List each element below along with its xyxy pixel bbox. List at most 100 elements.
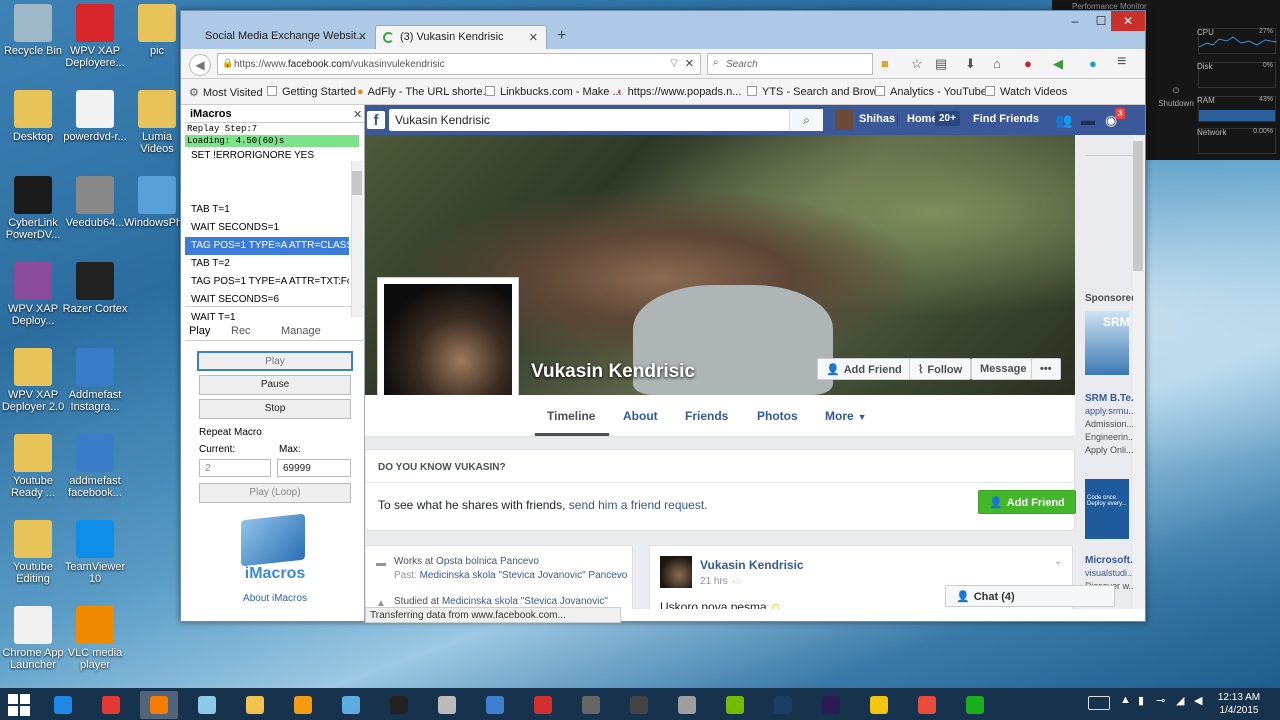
ad1-image[interactable]: SRM <box>1085 311 1130 375</box>
bookmark-most-visited[interactable]: ⚙ Most Visited <box>189 86 263 99</box>
profile-name[interactable]: Vukasin Kendrisic <box>531 361 695 383</box>
show-hidden-icons-icon[interactable]: ▲ <box>1120 694 1131 706</box>
messages-icon[interactable]: ▬ <box>1081 112 1095 128</box>
bookmark-yts[interactable]: YTS - Search and Brow... <box>747 86 886 98</box>
taskbar-app[interactable] <box>428 691 466 719</box>
ad1-title[interactable]: SRM B.Te... <box>1085 393 1139 404</box>
taskbar-app[interactable] <box>668 691 706 719</box>
pinterest-icon[interactable]: ● <box>1024 56 1032 71</box>
menu-icon[interactable]: ≡ <box>1117 53 1126 71</box>
bookmark-star-icon[interactable]: ☆ <box>911 56 923 72</box>
taskbar-app[interactable] <box>764 691 802 719</box>
facebook-search-input[interactable]: Vukasin Kendrisic ⌕ <box>389 109 823 131</box>
taskbar-app[interactable] <box>476 691 514 719</box>
taskbar-app[interactable] <box>140 691 178 719</box>
macro-line[interactable]: SET !ERRORIGNORE YES <box>185 147 349 165</box>
more-options-button[interactable]: ••• <box>1031 358 1061 380</box>
macro-scrollbar[interactable] <box>351 161 363 317</box>
post-time[interactable]: 21 hrs ·◌ <box>700 576 741 587</box>
search-input[interactable]: ⌕ Search <box>707 53 873 75</box>
tab-about[interactable]: About <box>623 409 658 423</box>
bookmark-getting-started[interactable]: Getting Started <box>267 86 356 98</box>
tab-friends[interactable]: Friends <box>685 409 728 423</box>
clock[interactable]: 12:13 AM 1/4/2015 <box>1204 691 1274 717</box>
desktop-icon[interactable]: CyberLink PowerDV... <box>0 176 66 241</box>
facebook-logo-icon[interactable]: f <box>367 111 385 129</box>
find-friends-link[interactable]: Find Friends <box>973 113 1039 125</box>
max-input[interactable]: 69999 <box>277 459 351 477</box>
page-scrollbar[interactable] <box>1133 135 1145 609</box>
add-friend-button[interactable]: 👤 Add Friend <box>817 358 911 380</box>
skype-icon[interactable]: ● <box>1089 56 1097 71</box>
desktop-icon[interactable]: Addmefast Instagra... <box>62 348 128 413</box>
addon-icon[interactable]: ■ <box>881 56 889 71</box>
usb-icon[interactable]: ⊸ <box>1156 694 1165 707</box>
taskbar-app[interactable] <box>956 691 994 719</box>
taskbar-app[interactable] <box>92 691 130 719</box>
tab-rec[interactable]: Rec <box>231 325 251 337</box>
workplace-link[interactable]: Opsta bolnica Pancevo <box>436 556 539 567</box>
download-icon[interactable]: ⬇ <box>965 56 976 72</box>
bookmark-analytics-youtube[interactable]: Analytics - YouTube <box>875 86 987 98</box>
tray-icon[interactable]: ▮ <box>1138 694 1144 707</box>
new-tab-icon[interactable]: + <box>557 27 566 45</box>
bookmark-popads[interactable]: ◐ https://www.popads.n... <box>617 86 741 98</box>
post-author[interactable]: Vukasin Kendrisic <box>700 558 804 572</box>
macro-line[interactable]: WAIT SECONDS=6 <box>185 291 349 309</box>
macro-line[interactable]: TAB T=1 <box>185 201 349 219</box>
power-icon[interactable]: ⏻ <box>1154 86 1198 96</box>
home-icon[interactable]: ⌂ <box>993 56 1001 71</box>
bookmark-adfly[interactable]: ● AdFly - The URL shorte... <box>357 86 492 98</box>
friend-request-link[interactable]: send him a friend request. <box>569 498 708 512</box>
macro-line[interactable]: TAG POS=1 TYPE=A ATTR=TXT:Fo... <box>185 273 349 291</box>
taskbar-app[interactable] <box>908 691 946 719</box>
taskbar-app[interactable] <box>332 691 370 719</box>
desktop-icon[interactable]: Youtube Editing <box>0 520 66 585</box>
post-avatar[interactable] <box>660 556 692 588</box>
url-bar[interactable]: 🔒 https://www.facebook.com/vukasinvuleken… <box>217 53 701 75</box>
close-tab-icon[interactable]: ✕ <box>529 31 538 44</box>
desktop-icon[interactable]: WPV XAP Deploy... <box>0 262 66 327</box>
search-icon[interactable]: ⌕ <box>789 109 823 131</box>
macro-line[interactable]: WAIT SECONDS=1 <box>185 219 349 237</box>
volume-icon[interactable]: ◀ <box>1194 694 1202 707</box>
taskbar-app[interactable] <box>284 691 322 719</box>
dropdown-icon[interactable]: ▽ <box>670 58 678 69</box>
desktop-icon[interactable]: WPV XAP Deployere... <box>62 4 128 69</box>
start-windows-icon[interactable] <box>8 694 30 716</box>
desktop-icon[interactable]: WPV XAP Deployer 2.0 <box>0 348 66 413</box>
tab-vukasin-kendrisic[interactable]: (3) Vukasin Kendrisic ✕ <box>375 25 547 49</box>
add-friend-cta-button[interactable]: 👤 Add Friend <box>978 490 1076 514</box>
wifi-icon[interactable]: ◢ <box>1176 694 1184 707</box>
ad2-image[interactable]: Code once. Deploy every... <box>1085 479 1129 539</box>
desktop-icon[interactable]: TeamViewer 10 <box>62 520 128 585</box>
shutdown-label[interactable]: Shutdown <box>1154 99 1198 108</box>
play-loop-button[interactable]: Play (Loop) <box>199 483 351 503</box>
close-tab-icon[interactable]: ✕ <box>358 30 367 43</box>
macro-listing[interactable]: SET !ERRORIGNORE YES TAB T=1 WAIT SECONDS=… <box>185 147 364 323</box>
desktop-icon[interactable]: VLC media player <box>62 606 128 671</box>
desktop-icon[interactable]: Chrome App Launcher <box>0 606 66 671</box>
desktop-icon[interactable]: Desktop <box>0 90 66 143</box>
about-imacros-link[interactable]: About iMacros <box>185 593 365 604</box>
reading-list-icon[interactable]: ▤ <box>935 56 947 72</box>
minimize-icon[interactable]: – <box>1061 11 1089 31</box>
taskbar-app[interactable] <box>524 691 562 719</box>
close-window-icon[interactable]: ✕ <box>1111 11 1145 31</box>
taskbar-app[interactable] <box>620 691 658 719</box>
back-arrow-icon[interactable]: ◀ <box>189 54 211 76</box>
play-button[interactable]: Play <box>197 351 353 371</box>
macro-line[interactable]: TAG POS=1 TYPE=A ATTR=CLASS... <box>185 237 349 255</box>
follow-button[interactable]: ⌇ Follow <box>909 358 972 380</box>
stop-button[interactable]: Stop <box>199 399 351 419</box>
taskbar-app[interactable] <box>860 691 898 719</box>
close-sidebar-icon[interactable]: ✕ <box>353 108 362 121</box>
desktop-icon[interactable]: addmefast facebook... <box>62 434 128 499</box>
home-link[interactable]: Home <box>907 113 938 125</box>
desktop-icon[interactable]: Youtube Ready ... <box>0 434 66 499</box>
desktop-icon[interactable]: powerdvd-r... <box>62 90 128 143</box>
speaker-icon[interactable]: ◀ <box>1053 56 1063 72</box>
taskbar-app[interactable] <box>716 691 754 719</box>
desktop-icon[interactable]: Razer Cortex <box>62 262 128 315</box>
bookmark-linkbucks[interactable]: Linkbucks.com - Make ... <box>485 86 622 98</box>
